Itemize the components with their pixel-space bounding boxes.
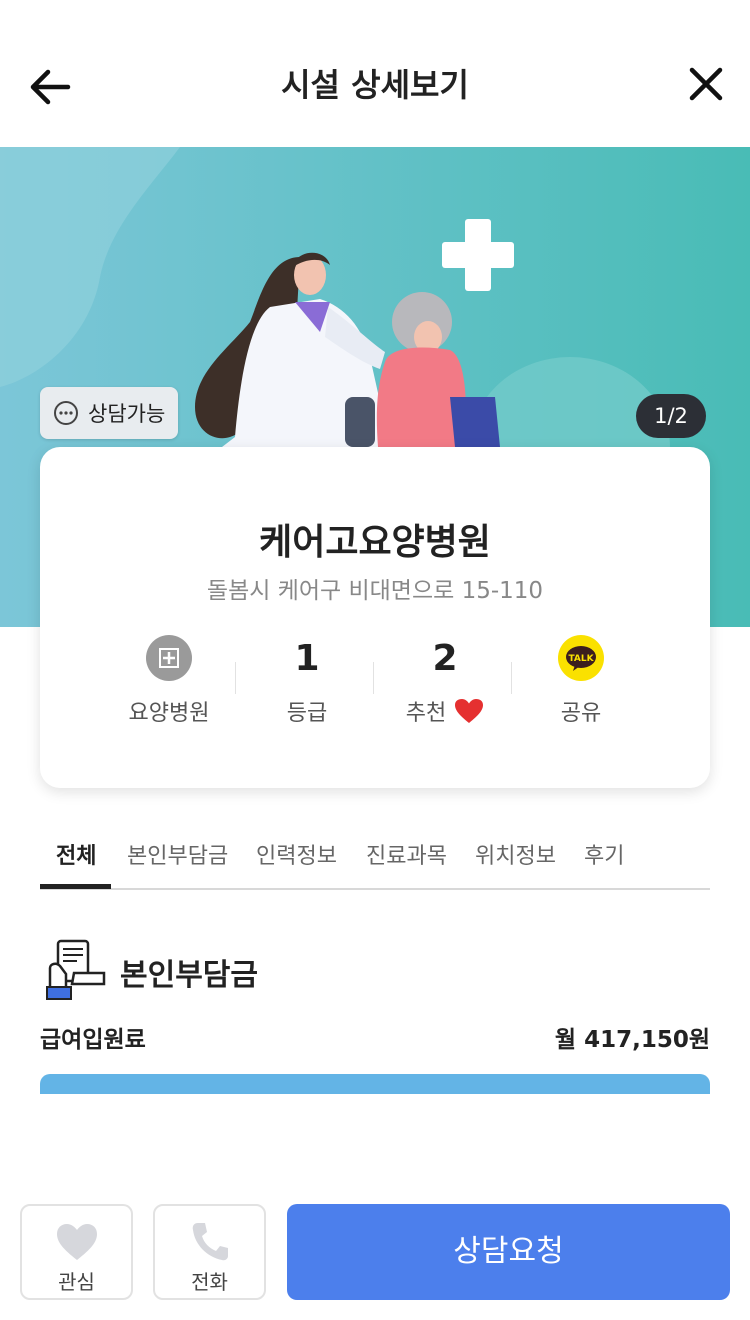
section-tabs: 전체 본인부담금 인력정보 진료과목 위치정보 후기 — [40, 826, 710, 890]
stat-recommend[interactable]: 2 추천 — [370, 635, 520, 727]
stat-label: 추천 — [405, 701, 447, 726]
fee-value: 월 417,150원 — [554, 1027, 710, 1053]
document-icon — [44, 938, 108, 1002]
kakao-talk-text: TALK — [568, 654, 594, 664]
call-label: 전화 — [191, 1270, 228, 1294]
header: 시설 상세보기 — [0, 0, 750, 147]
recommend-count: 2 — [432, 637, 458, 679]
close-button[interactable] — [684, 62, 728, 106]
stat-label: 요양병원 — [128, 701, 210, 726]
consult-available-badge: 상담가능 — [40, 387, 178, 439]
hospital-icon — [146, 635, 192, 681]
tab-reviews[interactable]: 후기 — [584, 838, 624, 870]
share-button[interactable]: TALK 공유 — [506, 635, 656, 727]
heart-outline-icon — [56, 1224, 97, 1260]
facility-name: 케어고요양병원 — [259, 522, 491, 563]
fee-label: 급여입원료 — [40, 1027, 146, 1053]
chat-bubble-icon — [54, 401, 78, 425]
stat-grade: 1 등급 — [232, 635, 382, 727]
consult-request-button[interactable]: 상담요청 — [287, 1204, 730, 1300]
grade-value: 1 — [294, 637, 320, 679]
active-tab-indicator — [40, 884, 111, 889]
tab-location[interactable]: 위치정보 — [475, 838, 556, 870]
phone-icon — [192, 1223, 228, 1261]
kakaotalk-icon: TALK — [558, 635, 604, 681]
close-icon — [689, 67, 723, 101]
heart-icon — [455, 699, 484, 723]
stat-label: 공유 — [560, 701, 602, 726]
consult-badge-label: 상담가능 — [88, 402, 166, 426]
facility-address: 돌봄시 케어구 비대면으로 15-110 — [206, 578, 544, 604]
interest-button[interactable]: 관심 — [20, 1204, 133, 1300]
tab-self-payment[interactable]: 본인부담금 — [127, 838, 228, 870]
stat-facility-type: 요양병원 — [94, 635, 244, 727]
fee-chart-bar — [40, 1074, 710, 1094]
facility-info-card: 케어고요양병원 돌봄시 케어구 비대면으로 15-110 요양병원 1 등급 2… — [40, 447, 710, 788]
stat-label: 등급 — [286, 701, 328, 726]
page-title: 시설 상세보기 — [281, 66, 469, 104]
section-title: 본인부담금 — [120, 958, 258, 993]
tab-departments[interactable]: 진료과목 — [366, 838, 447, 870]
tab-staff-info[interactable]: 인력정보 — [256, 838, 337, 870]
call-button[interactable]: 전화 — [153, 1204, 266, 1300]
image-pager: 1/2 — [636, 394, 706, 438]
interest-label: 관심 — [58, 1270, 95, 1294]
tab-all[interactable]: 전체 — [56, 838, 96, 870]
